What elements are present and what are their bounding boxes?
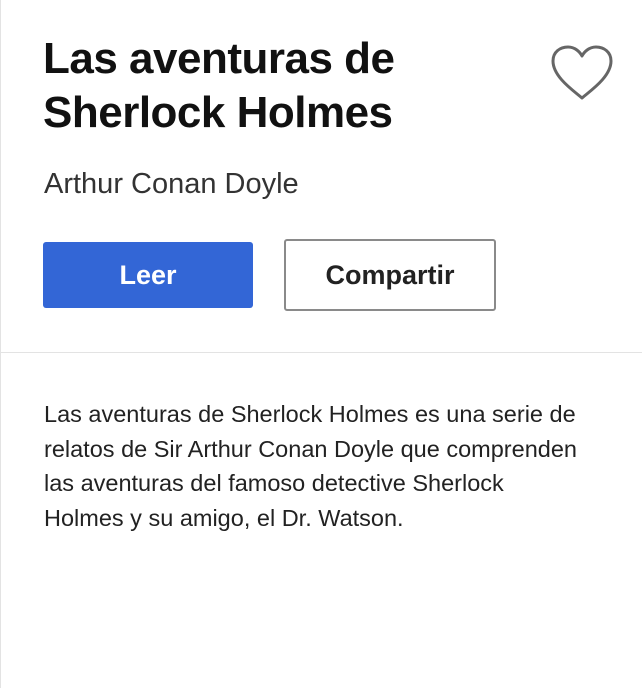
book-header: Las aventuras de Sherlock Holmes Arthur … (1, 0, 642, 353)
book-author: Arthur Conan Doyle (44, 168, 299, 200)
heart-icon (549, 44, 615, 102)
book-title: Las aventuras de Sherlock Holmes (43, 34, 395, 137)
book-card: Las aventuras de Sherlock Holmes Arthur … (0, 0, 642, 688)
favorite-button[interactable] (549, 44, 615, 102)
read-button[interactable]: Leer (43, 242, 253, 308)
share-button[interactable]: Compartir (284, 239, 496, 311)
book-description: Las aventuras de Sherlock Holmes es una … (44, 401, 577, 531)
